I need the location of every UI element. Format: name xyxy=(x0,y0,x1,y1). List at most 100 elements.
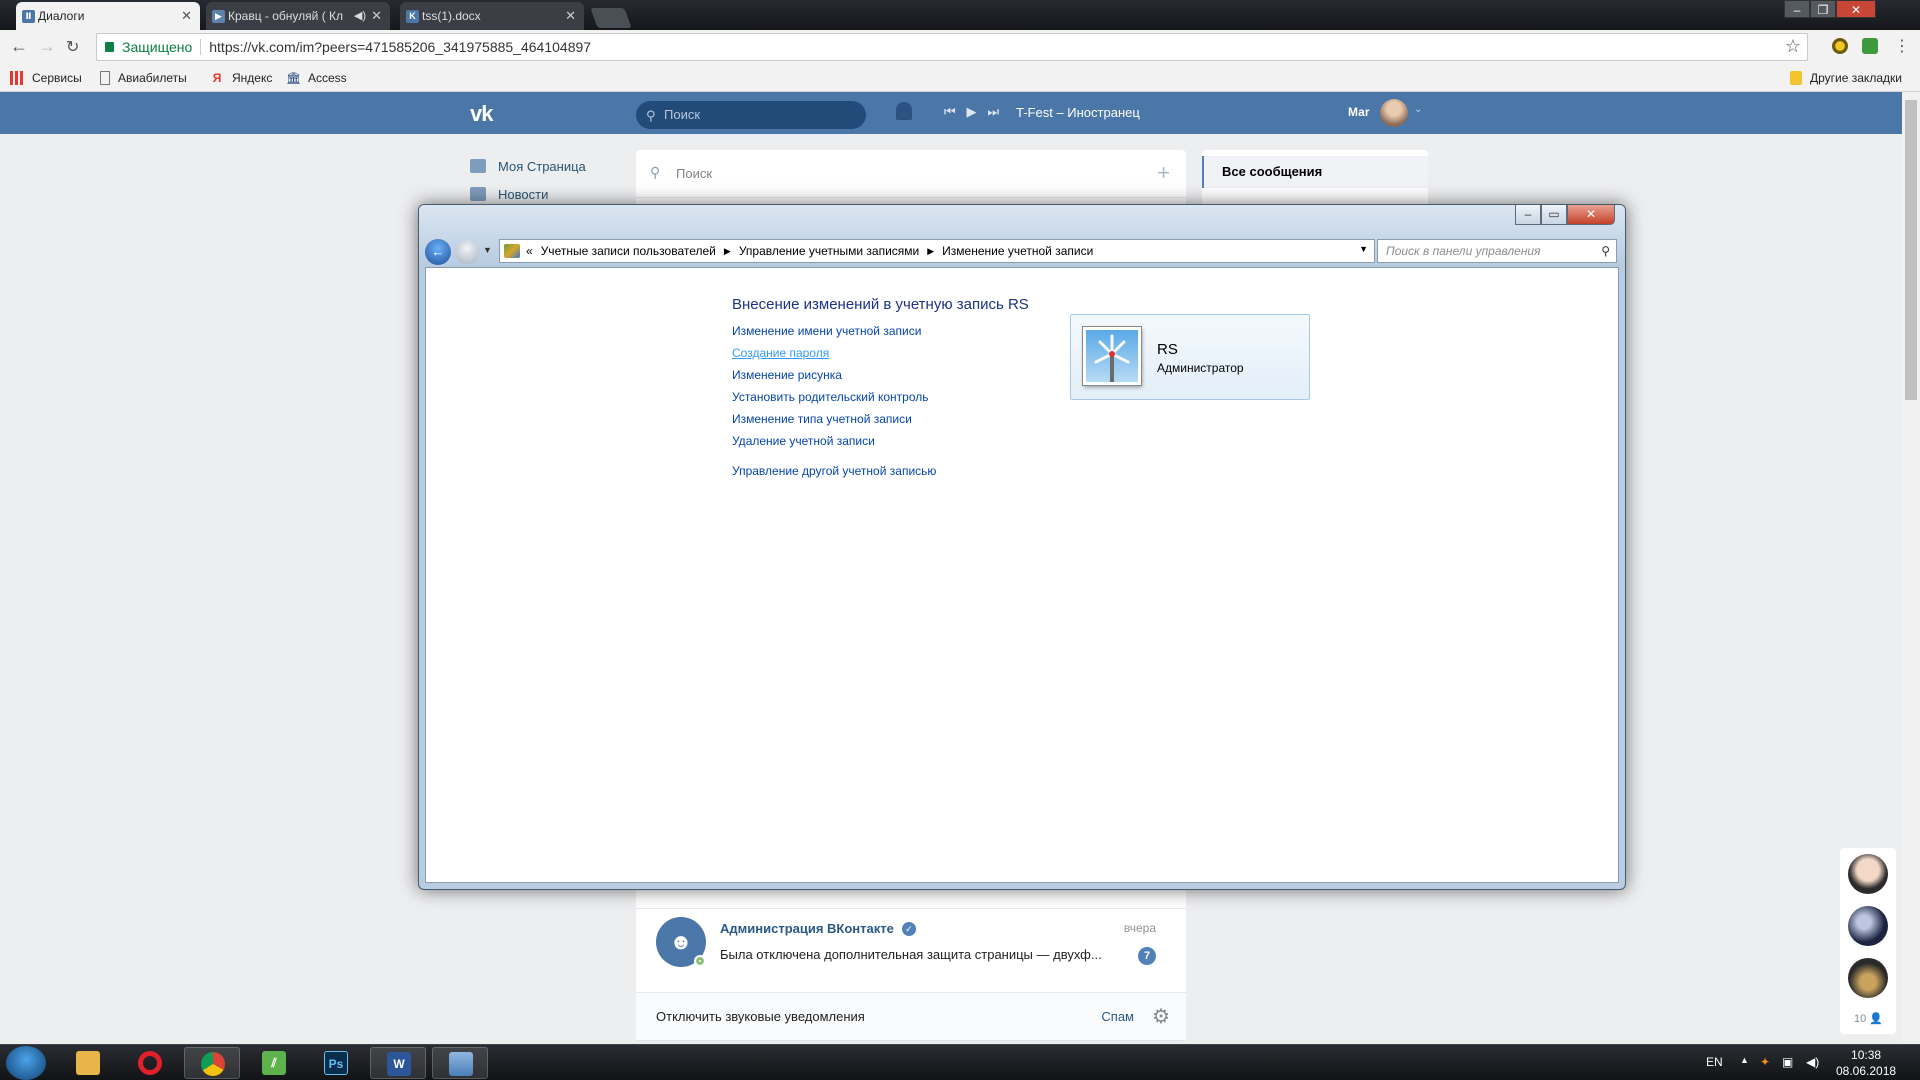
now-playing-track[interactable]: T-Fest – Иностранец xyxy=(1016,105,1140,120)
play-icon[interactable]: ▶ xyxy=(967,104,977,119)
extension-icon[interactable] xyxy=(1832,38,1848,54)
dialog-list-item[interactable]: ☻ Администрация ВКонтакте ✓ Была отключе… xyxy=(636,908,1186,980)
chevron-right-icon[interactable]: ▶ xyxy=(927,246,934,257)
chevron-down-icon[interactable]: ⌄ xyxy=(1414,104,1422,115)
filter-all-messages[interactable]: Все сообщения xyxy=(1202,156,1428,188)
menu-item-my-page[interactable]: Моя Страница xyxy=(470,152,586,180)
scrollbar-thumb[interactable] xyxy=(1905,100,1917,400)
close-window-button[interactable]: ✕ xyxy=(1836,0,1876,18)
page-scrollbar[interactable] xyxy=(1902,92,1920,1044)
chevron-right-icon[interactable]: ▶ xyxy=(724,246,731,257)
forward-icon[interactable]: → xyxy=(38,36,56,57)
breadcrumb-item[interactable]: Учетные записи пользователей xyxy=(541,244,716,258)
create-password-link[interactable]: Создание пароля xyxy=(732,346,929,368)
bookmark-services[interactable]: Сервисы xyxy=(10,71,82,85)
bookmark-flights[interactable]: Авиабилеты xyxy=(100,71,187,85)
chrome-taskbar-button[interactable] xyxy=(184,1047,240,1079)
shield-extension-icon[interactable] xyxy=(1862,38,1878,54)
reload-icon[interactable]: ↻ xyxy=(66,37,79,57)
speaker-icon[interactable]: ◀) xyxy=(1806,1055,1819,1069)
count-text: 10 xyxy=(1854,1013,1867,1025)
minimize-button[interactable]: – xyxy=(1515,205,1541,225)
divider xyxy=(200,39,202,55)
apps-grid-icon xyxy=(10,71,24,85)
omnibox[interactable]: Защищено https://vk.com/im?peers=4715852… xyxy=(96,33,1808,61)
bell-icon[interactable] xyxy=(896,102,912,120)
friends-online-count[interactable]: 10 👤 xyxy=(1854,1012,1883,1025)
vk-logo[interactable]: vk xyxy=(470,101,494,127)
overflow-icon[interactable]: « xyxy=(526,244,533,258)
bookmark-yandex[interactable]: Я Яндекс xyxy=(210,71,273,85)
next-track-icon[interactable]: ⏭ xyxy=(987,104,999,119)
breadcrumb[interactable]: « Учетные записи пользователей ▶ Управле… xyxy=(499,239,1375,263)
change-account-type-link[interactable]: Изменение типа учетной записи xyxy=(732,412,929,434)
vk-search-input[interactable]: ⚲ Поиск xyxy=(636,101,866,129)
control-panel-taskbar-button[interactable] xyxy=(432,1047,488,1079)
chevron-down-icon[interactable]: ▼ xyxy=(483,245,492,255)
close-icon[interactable]: ✕ xyxy=(181,8,192,24)
back-icon[interactable]: ← xyxy=(10,36,28,57)
back-icon[interactable]: ← xyxy=(425,239,451,265)
forward-icon[interactable] xyxy=(455,240,479,264)
friend-avatar[interactable] xyxy=(1848,906,1888,946)
tab-dialogs[interactable]: Ⅱ Диалоги ✕ xyxy=(16,2,200,30)
tab-kravts[interactable]: ▶ Кравц - обнуляй ( Кл ◀) ✕ xyxy=(206,2,390,30)
start-button[interactable] xyxy=(6,1046,46,1080)
language-indicator[interactable]: EN xyxy=(1706,1055,1723,1069)
word-taskbar-button[interactable]: W xyxy=(370,1047,426,1079)
user-name[interactable]: Маr xyxy=(1348,105,1370,119)
plus-icon[interactable]: + xyxy=(1157,160,1170,186)
delete-account-link[interactable]: Удаление учетной записи xyxy=(732,434,929,456)
maximize-button[interactable]: ❐ xyxy=(1810,0,1836,18)
previous-track-icon[interactable]: ⏮ xyxy=(944,104,956,119)
manage-other-account-link[interactable]: Управление другой учетной записью xyxy=(732,464,936,478)
close-icon[interactable]: ✕ xyxy=(565,8,576,24)
explorer-taskbar-button[interactable] xyxy=(60,1047,116,1079)
maximize-button[interactable]: ▭ xyxy=(1541,205,1567,225)
close-window-button[interactable]: ✕ xyxy=(1567,205,1615,225)
breadcrumb-item[interactable]: Управление учетными записями xyxy=(739,244,919,258)
opera-taskbar-button[interactable] xyxy=(122,1047,178,1079)
rename-account-link[interactable]: Изменение имени учетной записи xyxy=(732,324,929,346)
dialogs-search[interactable]: ⚲ Поиск + xyxy=(636,150,1186,198)
page-title: Внесение изменений в учетную запись RS xyxy=(732,296,1029,313)
video-favicon-icon: ▶ xyxy=(212,10,225,23)
chevron-up-icon[interactable]: ▲ xyxy=(1740,1055,1749,1065)
mute-sounds-link[interactable]: Отключить звуковые уведомления xyxy=(656,1009,865,1024)
bookmark-star-icon[interactable]: ☆ xyxy=(1785,36,1801,57)
avatar[interactable] xyxy=(1380,99,1408,127)
chevron-down-icon[interactable]: ▼ xyxy=(1359,244,1368,254)
audio-player-controls: ⏮ ▶ ⏭ xyxy=(944,104,999,120)
menu-item-label: Моя Страница xyxy=(498,158,586,174)
control-panel-search-input[interactable]: Поиск в панели управления ⚲ xyxy=(1377,239,1617,263)
security-indicator[interactable]: Защищено xyxy=(97,39,192,55)
change-picture-link[interactable]: Изменение рисунка xyxy=(732,368,929,390)
clock-date: 08.06.2018 xyxy=(1836,1064,1897,1078)
friend-avatar[interactable] xyxy=(1848,958,1888,998)
security-label: Защищено xyxy=(122,39,193,55)
breadcrumb-item[interactable]: Изменение учетной записи xyxy=(942,244,1093,258)
tab-title: Кравц - обнуляй ( Кл xyxy=(228,9,344,23)
bookmark-access[interactable]: 🏛 Access xyxy=(286,71,347,85)
menu-icon[interactable]: ⋮ xyxy=(1894,36,1910,56)
gear-icon[interactable]: ⚙ xyxy=(1152,1004,1170,1029)
close-icon[interactable]: ✕ xyxy=(371,8,382,24)
verified-icon: ✓ xyxy=(901,921,916,936)
parental-controls-link[interactable]: Установить родительский контроль xyxy=(732,390,929,412)
app-taskbar-button[interactable]: ⫽ xyxy=(246,1047,302,1079)
system-clock[interactable]: 10:38 08.06.2018 xyxy=(1836,1047,1896,1079)
vk-favicon-icon: Ⅱ xyxy=(22,10,35,23)
minimize-button[interactable]: – xyxy=(1784,0,1810,18)
friend-avatar[interactable] xyxy=(1848,854,1888,894)
bookmark-other[interactable]: Другие закладки xyxy=(1790,71,1902,85)
search-icon[interactable]: ⚲ xyxy=(1601,240,1610,262)
windows-taskbar: ⫽ Ps W EN ▲ ✦ ▣ ◀) 10:38 08.06.2018 xyxy=(0,1044,1920,1080)
tab-document[interactable]: K tss(1).docx ✕ xyxy=(400,2,584,30)
photoshop-taskbar-button[interactable]: Ps xyxy=(308,1047,364,1079)
friends-online-sidebar: 10 👤 xyxy=(1840,848,1896,1034)
spam-link[interactable]: Спам xyxy=(1101,1009,1134,1024)
new-tab-button[interactable] xyxy=(590,8,632,28)
tray-app-icon[interactable]: ✦ xyxy=(1760,1055,1770,1069)
speaker-icon[interactable]: ◀) xyxy=(354,9,366,22)
network-icon[interactable]: ▣ xyxy=(1782,1055,1793,1069)
